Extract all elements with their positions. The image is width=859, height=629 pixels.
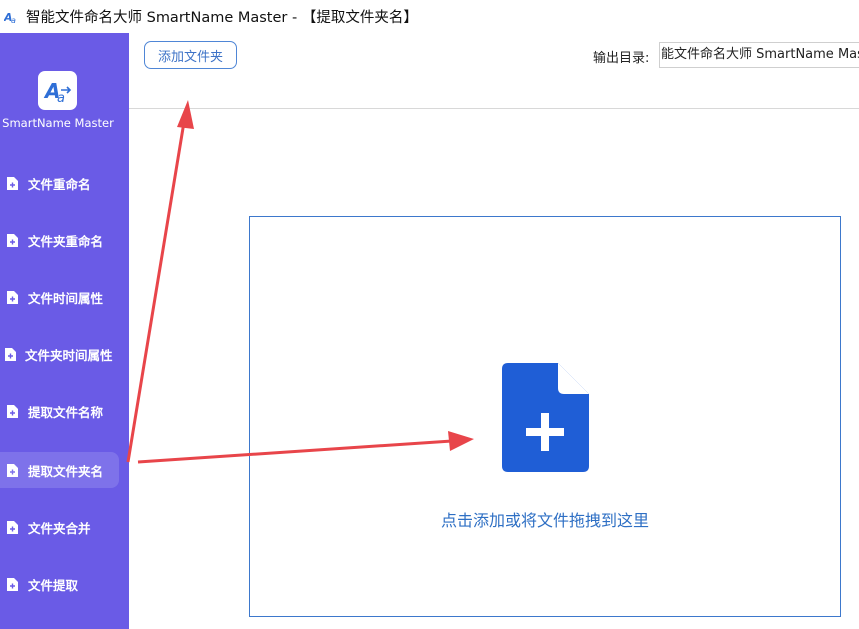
file-add-icon xyxy=(502,363,589,472)
toolbar: 添加文件夹 输出目录: 能文件命名大师 SmartName Mas xyxy=(129,33,859,109)
file-add-icon xyxy=(7,290,18,304)
file-add-icon xyxy=(7,520,18,534)
sidebar-item-file-extract[interactable]: 文件提取 xyxy=(0,566,119,602)
sidebar-item-label: 文件重命名 xyxy=(28,176,91,192)
output-directory-input[interactable]: 能文件命名大师 SmartName Mas xyxy=(659,42,859,68)
app-logo-icon: A a xyxy=(43,79,71,106)
file-add-icon xyxy=(7,463,18,477)
drop-zone-hint: 点击添加或将文件拖拽到这里 xyxy=(440,511,649,530)
sidebar-item-file-time-attributes[interactable]: 文件时间属性 xyxy=(0,279,119,315)
app-logo-icon: A a xyxy=(4,11,16,25)
file-add-icon xyxy=(5,347,16,361)
svg-text:a: a xyxy=(11,16,16,25)
sidebar-item-folder-rename[interactable]: 文件夹重命名 xyxy=(0,222,119,258)
sidebar-item-folder-merge[interactable]: 文件夹合并 xyxy=(0,509,119,545)
sidebar-item-label: 文件提取 xyxy=(28,577,79,593)
annotation-arrow-to-add-folder xyxy=(126,100,194,463)
sidebar: A a SmartName Master 文件重命名 文件夹重命名 文件时间属性… xyxy=(0,33,129,629)
sidebar-item-label: 文件夹合并 xyxy=(28,520,91,536)
brand-name: SmartName Master xyxy=(2,116,114,130)
title-bar: A a 智能文件命名大师 SmartName Master - 【提取文件夹名】 xyxy=(0,0,859,33)
file-add-icon xyxy=(7,176,18,190)
file-add-icon xyxy=(7,577,18,591)
file-add-icon xyxy=(7,233,18,247)
sidebar-item-label: 文件夹时间属性 xyxy=(25,347,113,363)
sidebar-item-label: 提取文件夹名 xyxy=(28,463,104,479)
add-folder-button[interactable]: 添加文件夹 xyxy=(144,41,237,69)
window-title: 智能文件命名大师 SmartName Master - 【提取文件夹名】 xyxy=(26,10,418,26)
sidebar-item-label: 文件时间属性 xyxy=(28,290,104,306)
file-add-icon xyxy=(7,404,18,418)
sidebar-item-extract-folder-names[interactable]: 提取文件夹名 xyxy=(0,452,119,488)
sidebar-item-label: 文件夹重命名 xyxy=(28,233,104,249)
sidebar-item-folder-time-attributes[interactable]: 文件夹时间属性 xyxy=(0,336,119,372)
sidebar-item-file-rename[interactable]: 文件重命名 xyxy=(0,165,119,201)
output-directory-label: 输出目录: xyxy=(593,51,650,66)
app-logo: A a xyxy=(38,71,77,110)
sidebar-item-label: 提取文件名称 xyxy=(28,404,104,420)
sidebar-item-extract-file-names[interactable]: 提取文件名称 xyxy=(0,393,119,429)
svg-text:a: a xyxy=(57,91,65,106)
file-drop-zone[interactable]: 点击添加或将文件拖拽到这里 xyxy=(249,216,841,617)
